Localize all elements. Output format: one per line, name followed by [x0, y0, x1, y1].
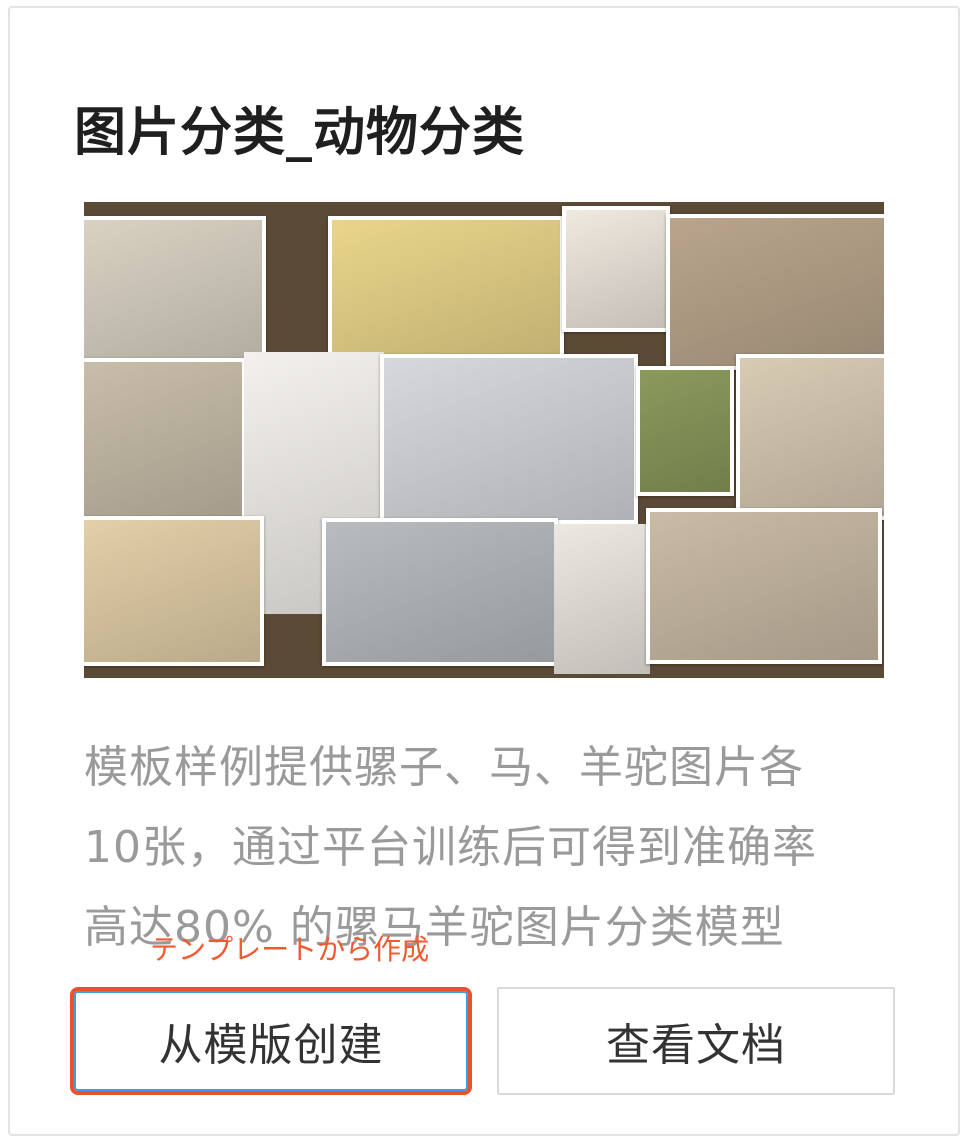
create-from-template-label: 从模版创建: [158, 1020, 384, 1071]
horse-photo: [380, 354, 638, 524]
view-docs-label: 查看文档: [606, 1020, 786, 1071]
alpaca-photo: [562, 206, 670, 332]
alpaca-photo: [84, 216, 266, 366]
donkey-photo: [646, 508, 882, 664]
alpaca-photo: [84, 358, 246, 524]
description-line: 10张，通过平台训练后可得到准确率: [84, 822, 817, 873]
horse-photo: [322, 518, 558, 666]
donkey-photo: [666, 214, 884, 370]
description-line: 模板样例提供骡子、马、羊驼图片各: [84, 742, 804, 793]
create-from-template-button[interactable]: 从模版创建: [70, 987, 472, 1095]
annotation-label: テンプレートから作成: [150, 933, 430, 966]
donkey-photo: [736, 354, 884, 520]
view-docs-button[interactable]: 查看文档: [497, 987, 895, 1095]
horse-photo: [328, 216, 564, 368]
card-title: 图片分类_动物分类: [74, 103, 526, 163]
animal-collage-image: [84, 202, 884, 678]
alpaca-photo: [84, 516, 264, 666]
alpaca-photo: [554, 524, 650, 674]
horse-photo: [636, 366, 734, 496]
